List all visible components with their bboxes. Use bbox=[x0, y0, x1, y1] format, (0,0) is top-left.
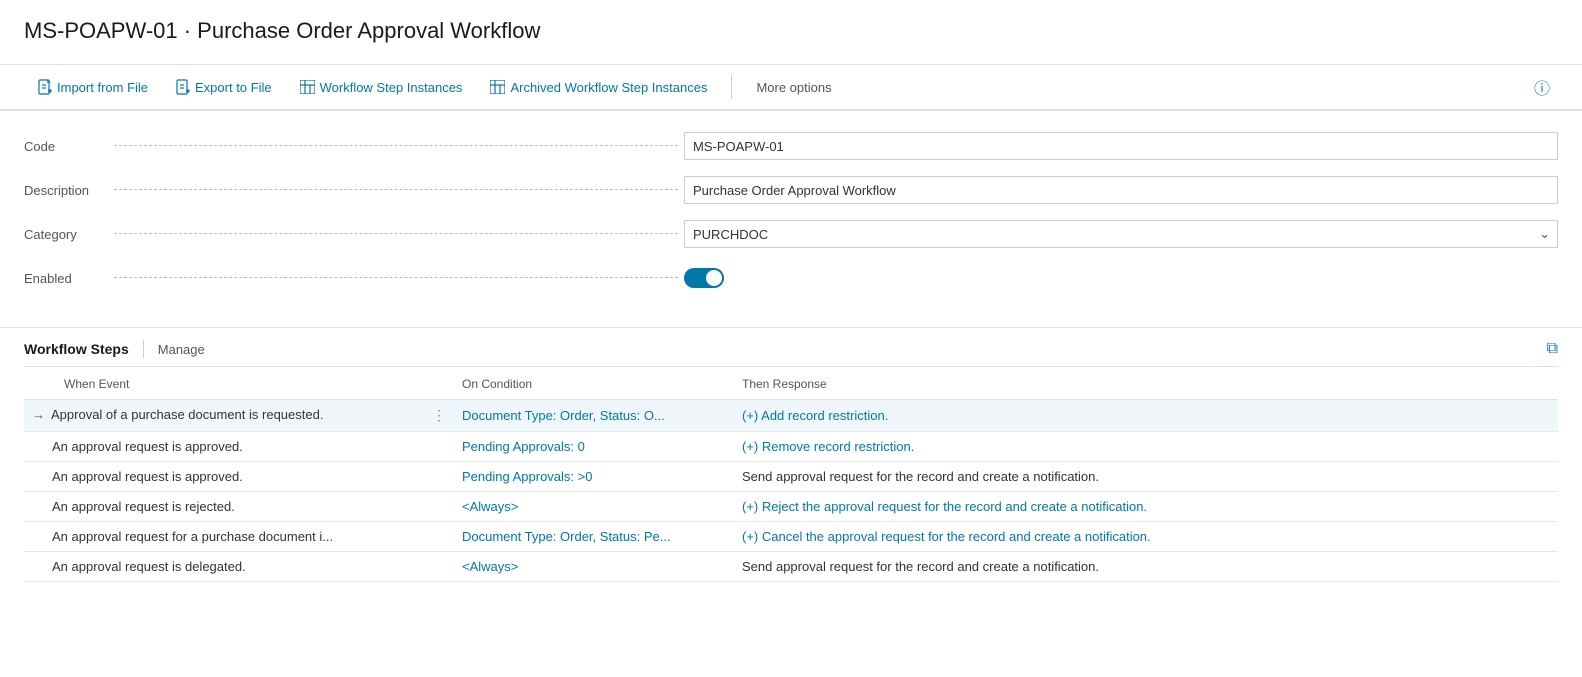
category-select[interactable]: PURCHDOC bbox=[684, 220, 1558, 248]
section-title: Workflow Steps bbox=[24, 341, 129, 357]
row-arrow: → bbox=[32, 407, 45, 422]
on-condition-cell[interactable]: <Always> bbox=[454, 552, 734, 582]
then-response-cell[interactable]: (+) Add record restriction. bbox=[734, 400, 1558, 432]
workflow-steps-section: Workflow Steps Manage ⧉ When Event On Co… bbox=[0, 328, 1582, 582]
workflow-instances-button[interactable]: Workflow Step Instances bbox=[286, 74, 477, 101]
description-label: Description bbox=[24, 183, 684, 198]
archived-label: Archived Workflow Step Instances bbox=[510, 80, 707, 95]
enabled-row: Enabled bbox=[24, 263, 1558, 293]
more-options-button[interactable]: More options bbox=[742, 74, 845, 101]
enabled-toggle[interactable] bbox=[684, 268, 724, 288]
on-condition-cell[interactable]: Document Type: Order, Status: O... bbox=[454, 400, 734, 432]
workflow-table: When Event On Condition Then Response → A… bbox=[24, 367, 1558, 582]
description-input[interactable] bbox=[684, 176, 1558, 204]
when-event-text: An approval request for a purchase docum… bbox=[52, 529, 333, 544]
category-select-wrapper: PURCHDOC ⌄ bbox=[684, 220, 1558, 248]
dotted-line-code bbox=[114, 145, 678, 146]
toggle-switch[interactable] bbox=[684, 268, 724, 288]
when-event-text: An approval request is approved. bbox=[52, 469, 243, 484]
then-response-cell[interactable]: (+) Reject the approval request for the … bbox=[734, 492, 1558, 522]
toolbar: Import from File Export to File Workflow… bbox=[0, 65, 1582, 111]
table-row[interactable]: An approval request for a purchase docum… bbox=[24, 522, 1558, 552]
col-when-event: When Event bbox=[24, 367, 454, 400]
workflow-instances-label: Workflow Step Instances bbox=[320, 80, 463, 95]
page-header: MS-POAPW-01 · Purchase Order Approval Wo… bbox=[0, 0, 1582, 65]
info-icon[interactable]: ⓘ bbox=[1526, 71, 1558, 103]
export-label: Export to File bbox=[195, 80, 272, 95]
dotted-line-desc bbox=[114, 189, 678, 190]
on-condition-cell[interactable]: Pending Approvals: 0 bbox=[454, 432, 734, 462]
table-row[interactable]: An approval request is delegated. <Always… bbox=[24, 552, 1558, 582]
header-row: When Event On Condition Then Response bbox=[24, 367, 1558, 400]
code-input[interactable] bbox=[684, 132, 1558, 160]
category-row: Category PURCHDOC ⌄ bbox=[24, 219, 1558, 249]
when-event-cell: An approval request is rejected. bbox=[24, 492, 454, 522]
more-options-label: More options bbox=[756, 80, 831, 95]
toggle-thumb bbox=[706, 270, 722, 286]
form-section: Code Description Category PURCHDOC ⌄ Ena… bbox=[0, 111, 1582, 328]
table-row[interactable]: An approval request is approved. Pending … bbox=[24, 432, 1558, 462]
page-title: MS-POAPW-01 · Purchase Order Approval Wo… bbox=[24, 18, 1558, 44]
when-event-cell: An approval request is approved. bbox=[24, 462, 454, 492]
enabled-label: Enabled bbox=[24, 271, 684, 286]
export-to-file-button[interactable]: Export to File bbox=[162, 73, 286, 101]
when-event-cell: → Approval of a purchase document is requ… bbox=[24, 400, 454, 432]
when-event-cell: An approval request is delegated. bbox=[24, 552, 454, 582]
import-from-file-button[interactable]: Import from File bbox=[24, 73, 162, 101]
on-condition-cell[interactable]: Document Type: Order, Status: Pe... bbox=[454, 522, 734, 552]
then-response-cell: Send approval request for the record and… bbox=[734, 462, 1558, 492]
table-header: When Event On Condition Then Response bbox=[24, 367, 1558, 400]
then-response-cell[interactable]: (+) Remove record restriction. bbox=[734, 432, 1558, 462]
import-label: Import from File bbox=[57, 80, 148, 95]
description-row: Description bbox=[24, 175, 1558, 205]
on-condition-cell[interactable]: Pending Approvals: >0 bbox=[454, 462, 734, 492]
code-row: Code bbox=[24, 131, 1558, 161]
toolbar-separator bbox=[731, 75, 732, 99]
archived-button[interactable]: Archived Workflow Step Instances bbox=[476, 74, 721, 101]
workflow-rows: → Approval of a purchase document is requ… bbox=[24, 400, 1558, 582]
col-then-response: Then Response bbox=[734, 367, 1558, 400]
when-event-cell: An approval request for a purchase docum… bbox=[24, 522, 454, 552]
table-icon-2 bbox=[490, 80, 505, 94]
then-response-cell: Send approval request for the record and… bbox=[734, 552, 1558, 582]
table-icon-1 bbox=[300, 80, 315, 94]
drag-handle-icon[interactable]: ⋮ bbox=[432, 407, 446, 424]
when-event-cell: An approval request is approved. bbox=[24, 432, 454, 462]
table-row[interactable]: An approval request is approved. Pending … bbox=[24, 462, 1558, 492]
col-on-condition: On Condition bbox=[454, 367, 734, 400]
table-row[interactable]: An approval request is rejected. <Always>… bbox=[24, 492, 1558, 522]
section-divider bbox=[143, 340, 144, 358]
expand-icon[interactable]: ⧉ bbox=[1547, 340, 1558, 358]
when-event-text: An approval request is approved. bbox=[52, 439, 243, 454]
dotted-line-enabled bbox=[114, 277, 678, 278]
dotted-line-cat bbox=[114, 233, 678, 234]
when-event-text: An approval request is delegated. bbox=[52, 559, 246, 574]
when-event-text: Approval of a purchase document is reque… bbox=[51, 407, 323, 422]
export-icon bbox=[176, 79, 190, 95]
then-response-cell[interactable]: (+) Cancel the approval request for the … bbox=[734, 522, 1558, 552]
category-label: Category bbox=[24, 227, 684, 242]
on-condition-cell[interactable]: <Always> bbox=[454, 492, 734, 522]
section-header: Workflow Steps Manage ⧉ bbox=[24, 328, 1558, 367]
when-event-text: An approval request is rejected. bbox=[52, 499, 235, 514]
import-icon bbox=[38, 79, 52, 95]
manage-button[interactable]: Manage bbox=[158, 342, 205, 357]
table-row[interactable]: → Approval of a purchase document is requ… bbox=[24, 400, 1558, 432]
code-label: Code bbox=[24, 139, 684, 154]
